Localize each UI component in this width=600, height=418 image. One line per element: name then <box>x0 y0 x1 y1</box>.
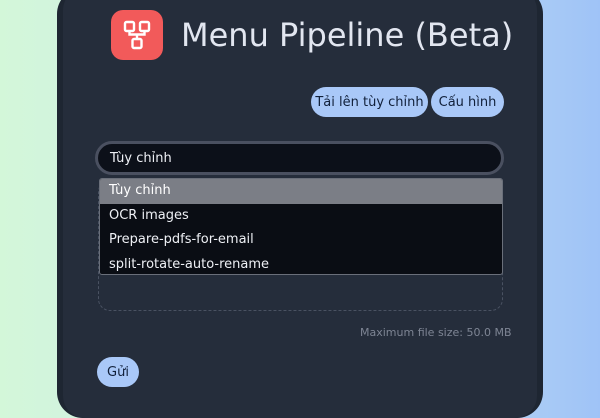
dropdown-option-ocr-images[interactable]: OCR images <box>100 204 502 229</box>
dropdown-option-prepare-pdfs[interactable]: Prepare-pdfs-for-email <box>100 228 502 253</box>
max-file-size-text: Maximum file size: 50.0 MB <box>360 326 512 339</box>
config-button[interactable]: Cấu hình <box>431 87 504 117</box>
dropdown-option-custom[interactable]: Tùy chỉnh <box>100 179 502 204</box>
upload-custom-button[interactable]: Tải lên tùy chỉnh <box>311 87 428 117</box>
page-title: Menu Pipeline (Beta) <box>181 16 514 54</box>
pipeline-dropdown-menu: Tùy chỉnh OCR images Prepare-pdfs-for-em… <box>99 178 503 275</box>
pipeline-flow-icon <box>111 10 163 60</box>
pipeline-select[interactable]: Tùy chỉnh <box>95 141 504 175</box>
pipeline-select-value: Tùy chỉnh <box>110 150 172 166</box>
dropdown-option-split-rotate[interactable]: split-rotate-auto-rename <box>100 253 502 275</box>
submit-button[interactable]: Gửi <box>97 357 139 387</box>
